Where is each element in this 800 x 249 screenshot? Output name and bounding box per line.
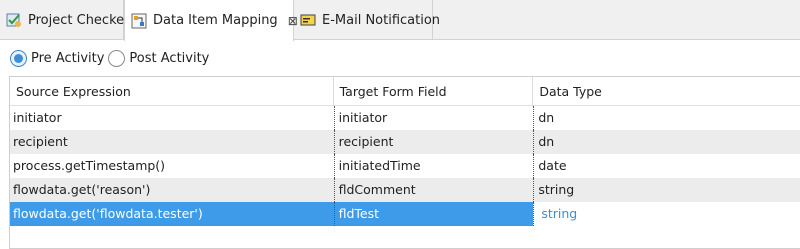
source-expression-cell[interactable]: process.getTimestamp()	[10, 154, 334, 178]
post-activity-radio[interactable]: Post Activity	[108, 49, 210, 67]
tab-label: Project Checker	[28, 12, 130, 28]
source-expression-cell[interactable]: flowdata.get('reason')	[10, 178, 334, 202]
tab-email-notification[interactable]: E-Mail Notification	[294, 0, 440, 40]
source-expression-cell[interactable]: initiator	[10, 106, 334, 130]
data-type-cell[interactable]: dn	[533, 130, 800, 154]
target-form-field-cell[interactable]: fldTest	[333, 202, 534, 226]
source-expression-cell[interactable]: flowdata.get('flowdata.tester')	[10, 202, 334, 226]
table-row[interactable]: recipient recipient dn	[10, 130, 800, 154]
column-header-data-type[interactable]: Data Type	[533, 77, 800, 106]
target-form-field-cell[interactable]: initiator	[333, 106, 534, 130]
source-expression-cell[interactable]: recipient	[10, 130, 334, 154]
table-row-selected[interactable]: flowdata.get('flowdata.tester') fldTest …	[10, 202, 800, 226]
radio-label: Post Activity	[129, 50, 210, 66]
email-notification-icon	[300, 12, 316, 28]
activity-radio-group: Pre Activity Post Activity	[10, 48, 213, 68]
tab-label: E-Mail Notification	[322, 12, 441, 28]
target-form-field-cell[interactable]: fldComment	[333, 178, 534, 202]
target-form-field-cell[interactable]: initiatedTime	[333, 154, 534, 178]
data-mapping-table: Source Expression Target Form Field Data…	[9, 76, 800, 249]
table-row[interactable]: flowdata.get('reason') fldComment string	[10, 178, 800, 202]
column-header-source-expression[interactable]: Source Expression	[10, 77, 334, 106]
editor-tab-bar: Project Checker Data Item Mapping ⊠ E-Ma…	[0, 0, 800, 41]
data-type-cell-editing[interactable]: string	[533, 202, 800, 226]
tab-data-item-mapping[interactable]: Data Item Mapping ⊠	[124, 0, 298, 41]
radio-indicator[interactable]	[108, 49, 126, 67]
table-row[interactable]: process.getTimestamp() initiatedTime dat…	[10, 154, 800, 178]
data-type-cell[interactable]: dn	[533, 106, 800, 130]
data-mapping-icon	[131, 13, 147, 29]
pre-activity-radio[interactable]: Pre Activity	[10, 49, 105, 67]
data-type-cell[interactable]: string	[533, 178, 800, 202]
project-checker-icon	[6, 12, 22, 28]
tab-project-checker[interactable]: Project Checker	[0, 0, 129, 40]
tab-label: Data Item Mapping	[153, 13, 278, 28]
table-header: Source Expression Target Form Field Data…	[10, 77, 800, 106]
table-row[interactable]: initiator initiator dn	[10, 106, 800, 130]
radio-label: Pre Activity	[31, 50, 105, 66]
radio-indicator[interactable]	[10, 49, 27, 67]
target-form-field-cell[interactable]: recipient	[333, 130, 534, 154]
column-header-target-form-field[interactable]: Target Form Field	[334, 77, 534, 106]
data-type-cell[interactable]: date	[533, 154, 800, 178]
